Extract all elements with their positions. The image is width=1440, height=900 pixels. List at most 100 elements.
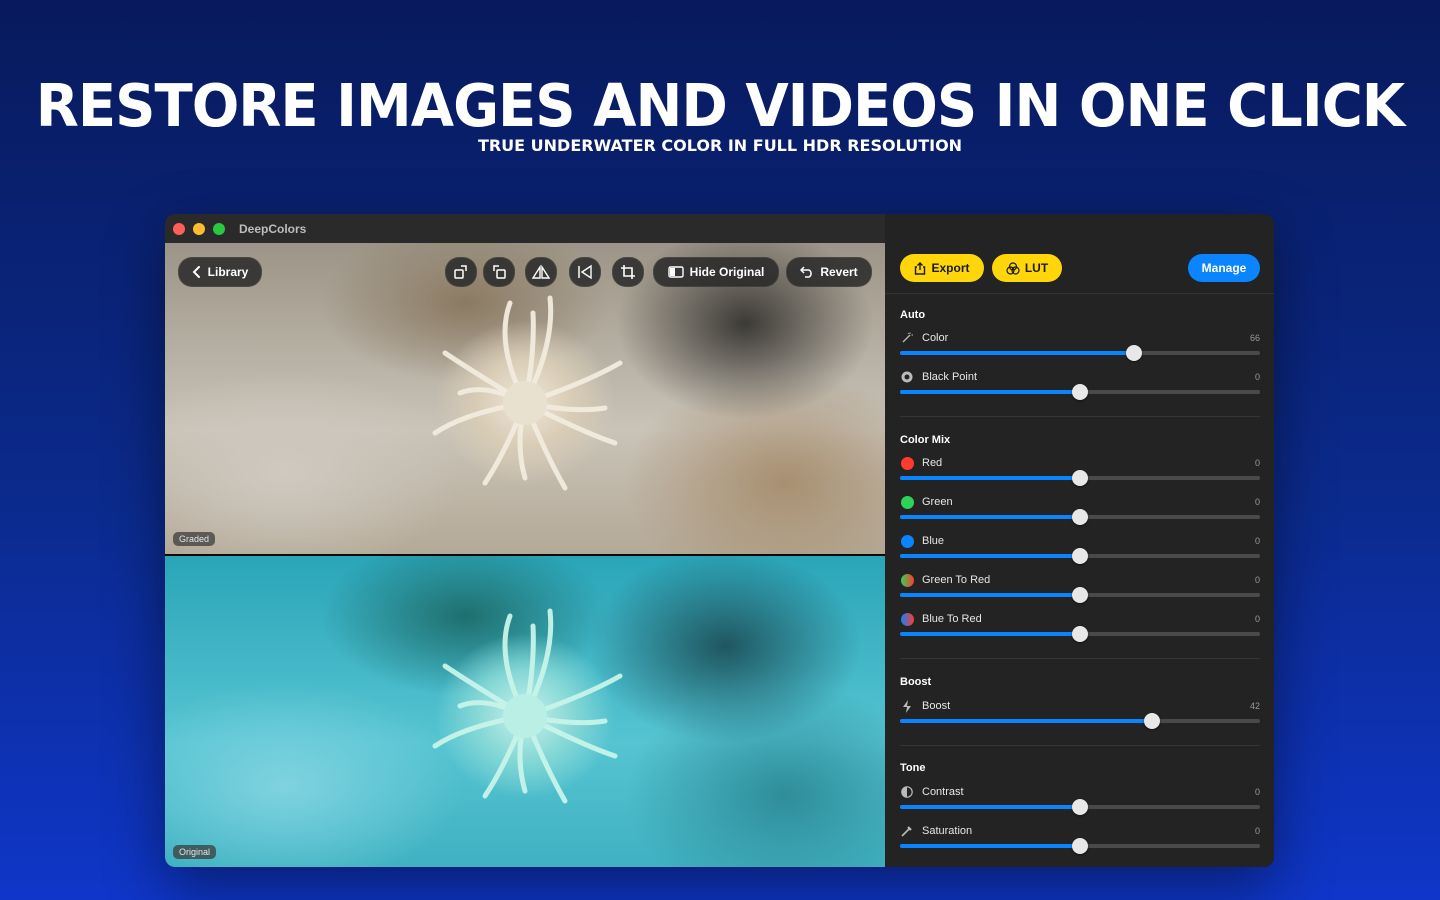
color-row-label: Color xyxy=(900,331,948,345)
slider-knob[interactable] xyxy=(1072,470,1088,486)
flip-horizontal-button[interactable] xyxy=(569,257,601,287)
window-title: DeepColors xyxy=(239,221,307,236)
green-to-red-slider[interactable] xyxy=(900,587,1260,603)
library-label: Library xyxy=(207,265,249,279)
graded-image: Graded xyxy=(165,243,885,554)
blue-to-red-slider[interactable] xyxy=(900,626,1260,642)
red-value: 0 xyxy=(1254,458,1260,468)
rotate-left-icon xyxy=(493,265,506,279)
contrast-value: 0 xyxy=(1254,787,1260,797)
crop-icon xyxy=(621,265,635,279)
section-divider xyxy=(900,745,1260,746)
section-title-boost: Boost xyxy=(900,676,932,688)
hero-headline: RESTORE IMAGES AND VIDEOS IN ONE CLICK xyxy=(35,72,1405,141)
export-label: Export xyxy=(931,261,970,275)
black-point-icon xyxy=(900,370,914,384)
rotate-right-button[interactable] xyxy=(445,257,477,287)
green-slider[interactable] xyxy=(900,509,1260,525)
revert-label: Revert xyxy=(820,265,858,279)
anemone-graphic xyxy=(432,295,623,491)
flip-horizontal-icon xyxy=(578,264,592,280)
adjustments-panel: Export LUT Manage Auto Color 66 Black Po… xyxy=(885,214,1274,867)
section-title-tone: Tone xyxy=(900,762,926,774)
minimize-window-button[interactable] xyxy=(193,222,205,235)
slider-knob[interactable] xyxy=(1072,587,1088,603)
slider-knob[interactable] xyxy=(1072,509,1088,525)
blue-to-red-swatch-icon xyxy=(900,612,914,626)
original-label: Original xyxy=(173,845,217,859)
slider-knob[interactable] xyxy=(1072,799,1088,815)
green-to-red-row-label: Green To Red xyxy=(900,573,990,587)
manage-button[interactable]: Manage xyxy=(1188,254,1260,282)
flip-vertical-icon xyxy=(532,264,550,279)
saturation-row-label: Saturation xyxy=(900,824,972,838)
bolt-icon xyxy=(900,699,914,713)
blue-slider[interactable] xyxy=(900,548,1260,564)
export-button[interactable]: Export xyxy=(900,254,984,282)
crop-button[interactable] xyxy=(612,257,644,287)
boost-row-label: Boost xyxy=(900,699,950,713)
revert-button[interactable]: Revert xyxy=(786,257,872,287)
black-point-value: 0 xyxy=(1254,372,1260,382)
library-button[interactable]: Library xyxy=(178,257,262,287)
slider-knob[interactable] xyxy=(1144,713,1160,729)
section-divider xyxy=(900,416,1260,417)
color-filter-icon xyxy=(1006,261,1020,275)
image-viewer[interactable]: Graded Original Library Hide Original Re… xyxy=(165,243,885,867)
boost-value: 42 xyxy=(1249,701,1260,711)
color-slider[interactable] xyxy=(900,345,1260,361)
green-swatch-icon xyxy=(900,495,914,509)
blue-swatch-icon xyxy=(900,534,914,548)
red-swatch-icon xyxy=(900,456,914,470)
black-point-slider[interactable] xyxy=(900,384,1260,400)
blue-to-red-row-label: Blue To Red xyxy=(900,612,982,626)
green-row-label: Green xyxy=(900,495,953,509)
saturation-slider[interactable] xyxy=(900,838,1260,854)
red-slider[interactable] xyxy=(900,470,1260,486)
section-title-color-mix: Color Mix xyxy=(900,434,951,446)
hide-original-label: Hide Original xyxy=(689,265,765,279)
magic-wand-icon xyxy=(900,331,914,345)
contrast-slider[interactable] xyxy=(900,799,1260,815)
anemone-graphic xyxy=(432,608,623,804)
slider-knob[interactable] xyxy=(1072,626,1088,642)
blue-to-red-value: 0 xyxy=(1254,614,1260,624)
slider-knob[interactable] xyxy=(1072,838,1088,854)
red-row-label: Red xyxy=(900,456,942,470)
boost-slider[interactable] xyxy=(900,713,1260,729)
title-bar: DeepColors xyxy=(165,214,885,243)
close-window-button[interactable] xyxy=(173,222,185,235)
rotate-left-button[interactable] xyxy=(483,257,515,287)
rotate-right-icon xyxy=(454,265,467,279)
hero-subheadline: TRUE UNDERWATER COLOR IN FULL HDR RESOLU… xyxy=(477,136,963,155)
undo-icon xyxy=(800,266,813,278)
green-to-red-value: 0 xyxy=(1254,575,1260,585)
original-image: Original xyxy=(165,556,885,867)
contrast-icon xyxy=(900,785,914,799)
contrast-row-label: Contrast xyxy=(900,785,964,799)
eyedropper-icon xyxy=(900,824,914,838)
chevron-left-icon xyxy=(192,266,200,278)
color-value: 66 xyxy=(1249,333,1260,343)
blue-row-label: Blue xyxy=(900,534,944,548)
hide-original-button[interactable]: Hide Original xyxy=(653,257,779,287)
lut-label: LUT xyxy=(1024,261,1049,275)
blue-value: 0 xyxy=(1254,536,1260,546)
section-title-auto: Auto xyxy=(900,309,926,321)
panel-toolbar: Export LUT Manage xyxy=(885,214,1274,294)
section-divider xyxy=(900,658,1260,659)
green-value: 0 xyxy=(1254,497,1260,507)
split-view-icon xyxy=(667,266,684,278)
slider-knob[interactable] xyxy=(1072,548,1088,564)
flip-vertical-button[interactable] xyxy=(525,257,557,287)
share-icon xyxy=(915,261,926,275)
traffic-lights xyxy=(173,222,225,235)
green-to-red-swatch-icon xyxy=(900,573,914,587)
zoom-window-button[interactable] xyxy=(213,222,225,235)
slider-knob[interactable] xyxy=(1072,384,1088,400)
lut-button[interactable]: LUT xyxy=(992,254,1062,282)
black-point-row-label: Black Point xyxy=(900,370,977,384)
graded-label: Graded xyxy=(173,532,216,546)
slider-knob[interactable] xyxy=(1126,345,1142,361)
app-window: DeepColors Graded Original Library Hide … xyxy=(165,214,1274,867)
